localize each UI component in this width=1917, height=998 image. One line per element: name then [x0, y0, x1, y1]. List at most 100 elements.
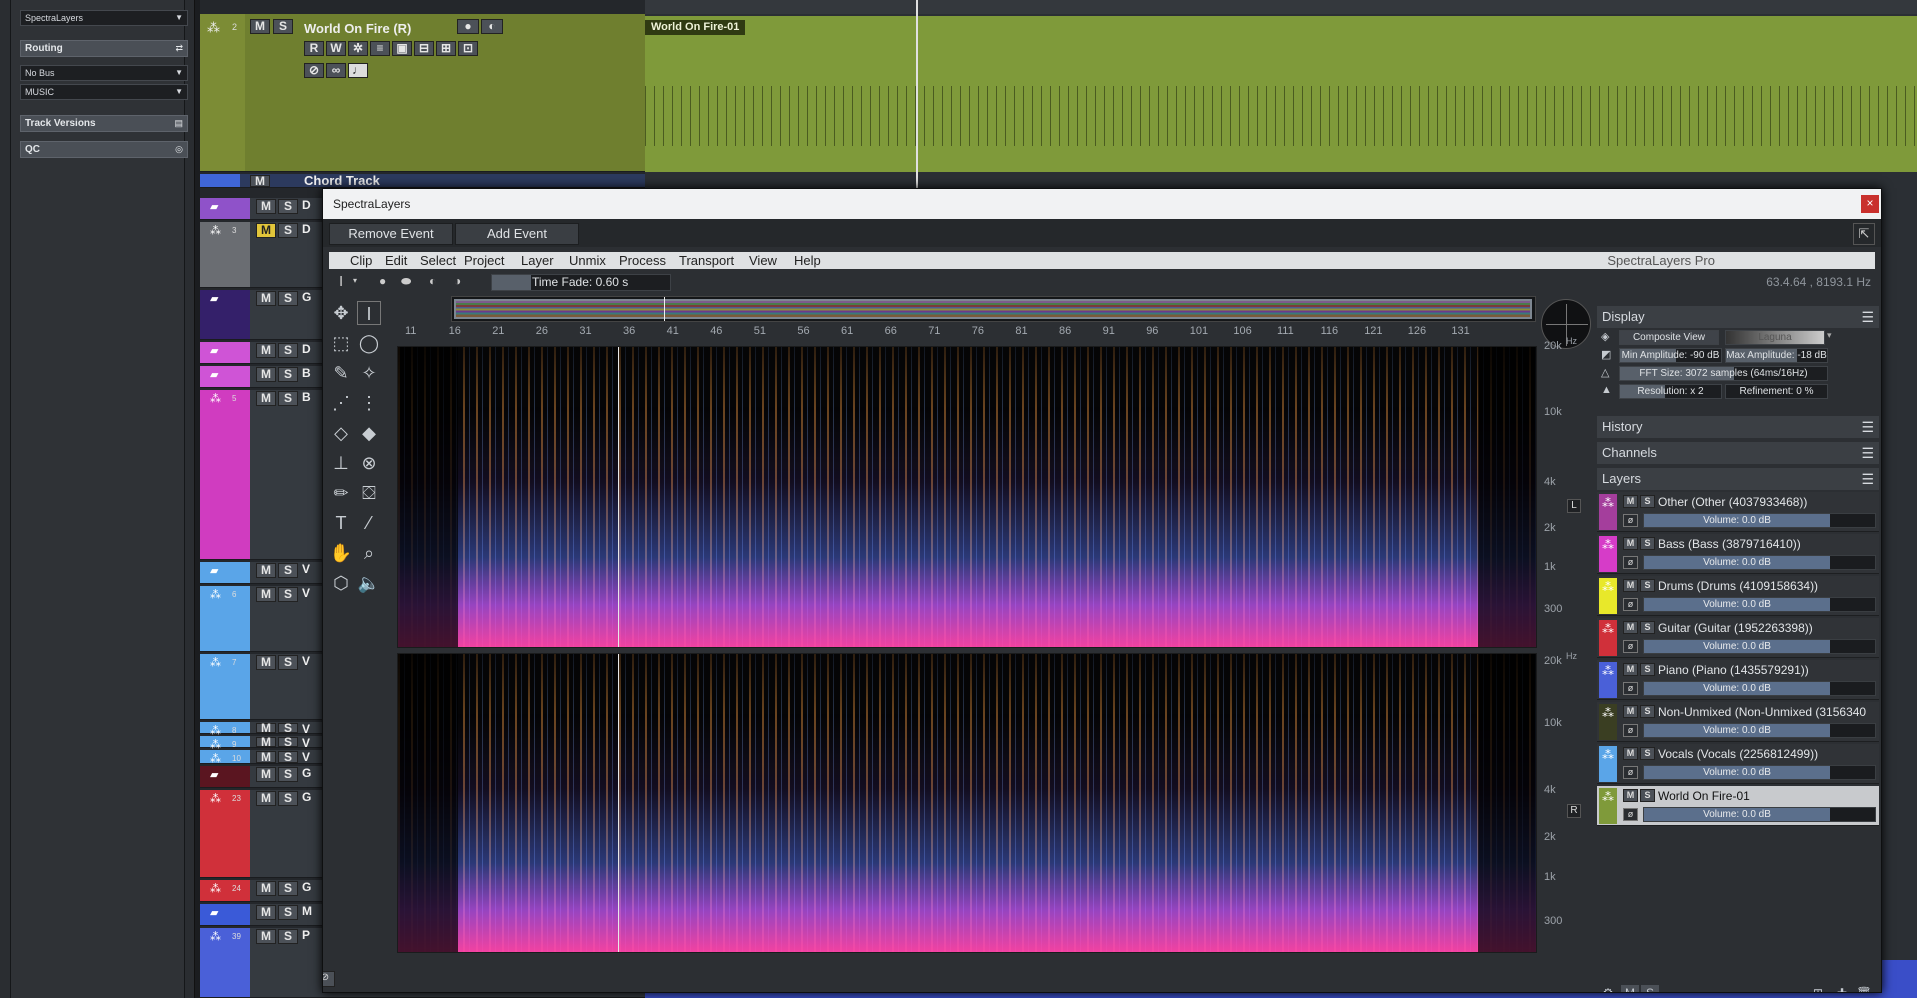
new-layer-icon[interactable]: ⊞ — [1809, 985, 1827, 992]
menu-icon[interactable]: ☰ — [1861, 306, 1874, 328]
layer-settings-icon[interactable]: ⚙ — [1599, 985, 1617, 992]
record-enable-button[interactable]: ● — [457, 19, 479, 34]
routing-icon[interactable]: ⇄ — [175, 41, 183, 56]
layer-row[interactable]: ⁂ M S Vocals (Vocals (2256812499)) ø Volume: … — [1597, 744, 1879, 784]
layers-panel-header[interactable]: Layers ☰ — [1597, 468, 1879, 490]
chord-track-row[interactable]: M Chord Track — [200, 173, 645, 188]
routing-section-header[interactable]: Routing ⇄ — [20, 40, 188, 57]
phase-invert-icon[interactable]: ø — [1623, 808, 1638, 821]
move-tool-icon[interactable]: ✥ — [329, 301, 353, 325]
layer-solo-button[interactable]: S — [1640, 663, 1655, 676]
menu-item-layer[interactable]: Layer — [521, 252, 554, 269]
refinement-slider[interactable]: Refinement: 0 % — [1725, 384, 1828, 399]
overlap-circle-icon[interactable]: ◑ — [454, 274, 461, 288]
layer-row[interactable]: ⁂ M S Piano (Piano (1435579291)) ø Volume: 0.… — [1597, 660, 1879, 700]
time-fade-slider[interactable]: Time Fade: 0.60 s — [491, 274, 671, 291]
mute-button[interactable]: M — [250, 175, 270, 187]
menu-icon[interactable]: ☰ — [1861, 442, 1874, 464]
chevron-down-icon[interactable]: ▾ — [1827, 330, 1832, 341]
layer-row[interactable]: ⁂ M S Bass (Bass (3879716410)) ø Volume: 0.0 … — [1597, 534, 1879, 574]
mute-button[interactable]: M — [256, 563, 276, 578]
overview-selection[interactable] — [454, 299, 1532, 319]
half-circle-icon[interactable]: ◐ — [429, 274, 436, 288]
history-panel-header[interactable]: History ☰ — [1597, 416, 1879, 438]
channel-label-left[interactable]: L — [1567, 499, 1581, 513]
stamp-icon[interactable]: ⊥ — [329, 451, 353, 475]
vertical-select-icon[interactable]: ⋮ — [357, 391, 381, 415]
read-automation-button[interactable]: R — [304, 41, 324, 56]
solo-button[interactable]: S — [278, 587, 298, 602]
colormap-selector[interactable]: Laguna — [1725, 330, 1825, 345]
layer-mute-button[interactable]: M — [1623, 663, 1638, 676]
frequency-select-icon[interactable]: ⋰ — [329, 391, 353, 415]
solo-button[interactable]: S — [278, 291, 298, 306]
layer-volume-slider[interactable]: Volume: 0.0 dB — [1643, 513, 1876, 528]
solo-button[interactable]: S — [278, 905, 298, 920]
close-button[interactable]: × — [1861, 195, 1879, 213]
edit-icon[interactable]: ⊘ — [304, 63, 324, 78]
solo-button[interactable]: S — [273, 19, 293, 34]
phase-invert-icon[interactable]: ø — [1623, 598, 1638, 611]
mute-button[interactable]: M — [256, 929, 276, 944]
layer-mute-button[interactable]: M — [1623, 747, 1638, 760]
mute-button[interactable]: M — [256, 367, 276, 382]
phase-invert-icon[interactable]: ø — [1623, 682, 1638, 695]
audio-event[interactable]: World On Fire-01 — [645, 16, 1917, 172]
layer-row[interactable]: ⁂ M S World On Fire-01 ø Volume: 0.0 dB — [1597, 786, 1879, 826]
qc-header[interactable]: QC ◎ — [20, 141, 188, 158]
brush-select-icon[interactable]: ✎ — [329, 361, 353, 385]
mute-button[interactable]: M — [256, 199, 276, 214]
channel-label-right[interactable]: R — [1567, 804, 1581, 818]
freeze-icon[interactable]: ✲ — [348, 41, 368, 56]
layer-mute-button[interactable]: M — [1623, 705, 1638, 718]
menu-item-clip[interactable]: Clip — [350, 252, 372, 269]
composite-view-selector[interactable]: Composite View — [1619, 330, 1719, 345]
eyedropper-icon[interactable]: ⁄ — [357, 511, 381, 535]
qc-icon[interactable]: ◎ — [175, 142, 183, 157]
channels-panel-header[interactable]: Channels ☰ — [1597, 442, 1879, 464]
phase-invert-icon[interactable]: ø — [1623, 724, 1638, 737]
mute-button[interactable]: M — [256, 655, 276, 670]
solo-button[interactable]: S — [278, 767, 298, 782]
add-wave-icon[interactable]: ✚ — [1833, 985, 1851, 992]
group-selector[interactable]: MUSIC ▼ — [20, 84, 188, 100]
solo-button[interactable]: S — [278, 343, 298, 358]
bandage-icon[interactable]: ⊗ — [357, 451, 381, 475]
mute-button[interactable]: M — [256, 751, 276, 763]
mute-button[interactable]: M — [256, 736, 276, 748]
layer-volume-slider[interactable]: Volume: 0.0 dB — [1643, 765, 1876, 780]
magic-wand-icon[interactable]: ✧ — [357, 361, 381, 385]
solo-button[interactable]: S — [278, 391, 298, 406]
layer-row[interactable]: ⁂ M S Other (Other (4037933468)) ø Volume: 0.… — [1597, 492, 1879, 532]
time-select-tool-icon[interactable]: I — [357, 301, 381, 325]
mute-button[interactable]: M — [256, 391, 276, 406]
menu-item-unmix[interactable]: Unmix — [569, 252, 606, 269]
mute-button[interactable]: M — [256, 343, 276, 358]
overview-bar[interactable] — [451, 296, 1536, 322]
chevron-down-icon[interactable]: ▾ — [353, 276, 357, 285]
spectrogram-left[interactable] — [397, 346, 1537, 648]
layer-solo-button[interactable]: S — [1640, 621, 1655, 634]
edit-icon[interactable]: ⊘ — [323, 971, 335, 987]
layer-volume-slider[interactable]: Volume: 0.0 dB — [1643, 807, 1876, 822]
trash-icon[interactable]: 🗑 — [1855, 985, 1873, 992]
zoom-icon[interactable]: ⌕ — [357, 541, 381, 565]
layer-mute-button[interactable]: M — [1623, 537, 1638, 550]
menu-item-transport[interactable]: Transport — [679, 252, 734, 269]
grid-icon[interactable]: ⊞ — [436, 41, 456, 56]
resolution-slider[interactable]: Resolution: x 2 — [1619, 384, 1722, 399]
layer-volume-slider[interactable]: Volume: 0.0 dB — [1643, 597, 1876, 612]
solo-button[interactable]: S — [278, 655, 298, 670]
menu-item-view[interactable]: View — [749, 252, 777, 269]
menu-icon[interactable]: ☰ — [1861, 468, 1874, 490]
note-icon[interactable]: ♩ — [348, 63, 368, 78]
solo-button[interactable]: S — [278, 736, 298, 748]
layer-row[interactable]: ⁂ M S Non-Unmixed (Non-Unmixed (3156340 ø Vol… — [1597, 702, 1879, 742]
solo-button[interactable]: S — [278, 199, 298, 214]
lasso-icon[interactable]: ◯ — [357, 331, 381, 355]
solo-button[interactable]: S — [278, 881, 298, 896]
pencil-icon[interactable]: ✏ — [329, 481, 353, 505]
solo-all-button[interactable]: S — [1641, 985, 1659, 992]
cursor-tool-icon[interactable]: I — [339, 273, 343, 290]
monitor-button[interactable]: ◐ — [481, 19, 503, 34]
